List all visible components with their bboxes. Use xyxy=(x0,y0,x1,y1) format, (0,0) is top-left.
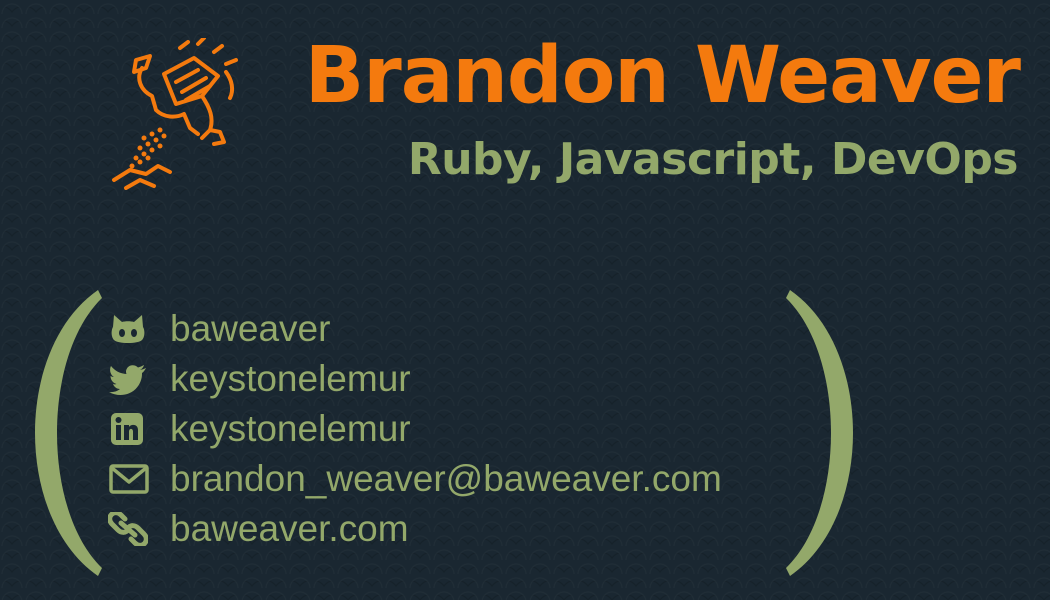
contact-github[interactable]: baweaver xyxy=(108,304,722,354)
left-parenthesis-decoration xyxy=(35,290,102,576)
email-address: brandon_weaver@baweaver.com xyxy=(170,458,722,499)
contact-website[interactable]: baweaver.com xyxy=(108,504,722,554)
email-icon xyxy=(108,461,152,497)
twitter-handle: keystonelemur xyxy=(170,358,411,399)
github-icon xyxy=(108,311,152,347)
contact-twitter[interactable]: keystonelemur xyxy=(108,354,722,404)
github-username: baweaver xyxy=(170,308,331,349)
linkedin-icon xyxy=(108,411,152,447)
website-url: baweaver.com xyxy=(170,508,409,549)
business-card: Brandon Weaver Ruby, Javascript, DevOps … xyxy=(0,0,1050,600)
linkedin-handle: keystonelemur xyxy=(170,408,411,449)
right-parenthesis-decoration xyxy=(786,290,853,576)
link-icon xyxy=(108,511,152,547)
contact-list: baweaver keystonelemur keystonelemur bra… xyxy=(108,304,722,554)
twitter-icon xyxy=(108,361,152,397)
skills-subheading: Ruby, Javascript, DevOps xyxy=(407,134,1019,185)
name-heading: Brandon Weaver xyxy=(304,31,1021,121)
contact-linkedin[interactable]: keystonelemur xyxy=(108,404,722,454)
contact-email[interactable]: brandon_weaver@baweaver.com xyxy=(108,454,722,504)
lemur-logo-icon xyxy=(112,38,238,190)
